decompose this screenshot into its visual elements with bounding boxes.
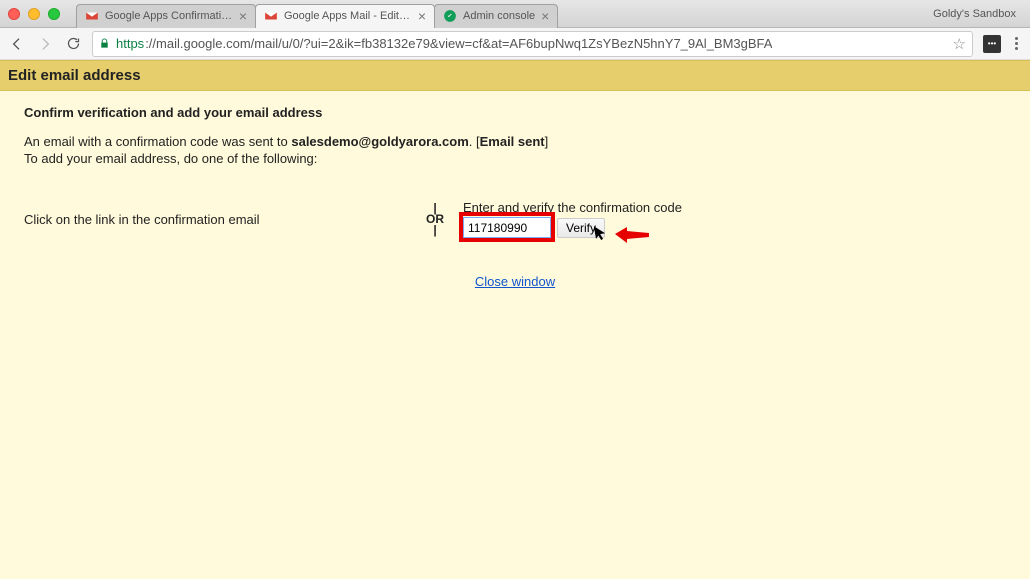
close-icon[interactable]: × — [541, 8, 549, 24]
tab-label: Admin console — [463, 10, 535, 22]
close-window-link[interactable]: Close window — [475, 274, 555, 289]
close-window-button[interactable] — [8, 8, 20, 20]
forward-button[interactable] — [36, 35, 54, 53]
window-controls — [8, 8, 60, 20]
minimize-window-button[interactable] — [28, 8, 40, 20]
close-icon[interactable]: × — [239, 8, 247, 24]
verification-options: Click on the link in the confirmation em… — [24, 200, 1006, 238]
url-field[interactable]: https ://mail.google.com/mail/u/0/?ui=2&… — [92, 31, 973, 57]
page-title: Edit email address — [0, 60, 1030, 91]
tab-label: Google Apps Confirmation - Se — [105, 10, 233, 22]
admin-icon — [443, 9, 457, 23]
url-path: ://mail.google.com/mail/u/0/?ui=2&ik=fb3… — [145, 36, 772, 51]
maximize-window-button[interactable] — [48, 8, 60, 20]
verify-code-section: Enter and verify the confirmation code V… — [451, 200, 682, 238]
back-button[interactable] — [8, 35, 26, 53]
msg-suffix: . [ — [469, 134, 480, 149]
close-window-row: Close window — [24, 274, 1006, 289]
msg-end: ] — [545, 134, 549, 149]
confirmation-code-input[interactable] — [463, 217, 551, 238]
gmail-icon — [85, 9, 99, 23]
or-separator: | OR | — [419, 204, 451, 234]
tab-2[interactable]: Admin console × — [434, 4, 558, 28]
arrow-annotation — [615, 227, 649, 245]
confirmation-message: An email with a confirmation code was se… — [24, 134, 1006, 149]
tab-0[interactable]: Google Apps Confirmation - Se × — [76, 4, 256, 28]
close-icon[interactable]: × — [418, 8, 426, 24]
gmail-icon — [264, 9, 278, 23]
tab-1[interactable]: Google Apps Mail - Edit email × — [255, 4, 435, 28]
bookmark-star-icon[interactable]: ☆ — [953, 35, 966, 53]
email-address: salesdemo@goldyarora.com — [291, 134, 468, 149]
tab-strip: Google Apps Confirmation - Se × Google A… — [76, 0, 557, 28]
option-link-text: Click on the link in the confirmation em… — [24, 212, 419, 227]
lock-icon — [99, 37, 110, 50]
menu-button[interactable] — [1011, 37, 1022, 50]
reload-button[interactable] — [64, 35, 82, 53]
profile-button[interactable]: Goldy's Sandbox — [927, 6, 1022, 22]
page-content: Edit email address Confirm verification … — [0, 60, 1030, 579]
subheading: Confirm verification and add your email … — [24, 105, 1006, 120]
instruction-line: To add your email address, do one of the… — [24, 151, 1006, 166]
browser-titlebar: Google Apps Confirmation - Se × Google A… — [0, 0, 1030, 28]
verify-button[interactable]: Verify — [557, 218, 605, 238]
msg-prefix: An email with a confirmation code was se… — [24, 134, 291, 149]
enter-code-label: Enter and verify the confirmation code — [463, 200, 682, 215]
address-bar: https ://mail.google.com/mail/u/0/?ui=2&… — [0, 28, 1030, 60]
tab-label: Google Apps Mail - Edit email — [284, 10, 412, 22]
email-sent-status: Email sent — [480, 134, 545, 149]
url-scheme: https — [116, 36, 144, 51]
extension-icon[interactable]: ••• — [983, 35, 1001, 53]
